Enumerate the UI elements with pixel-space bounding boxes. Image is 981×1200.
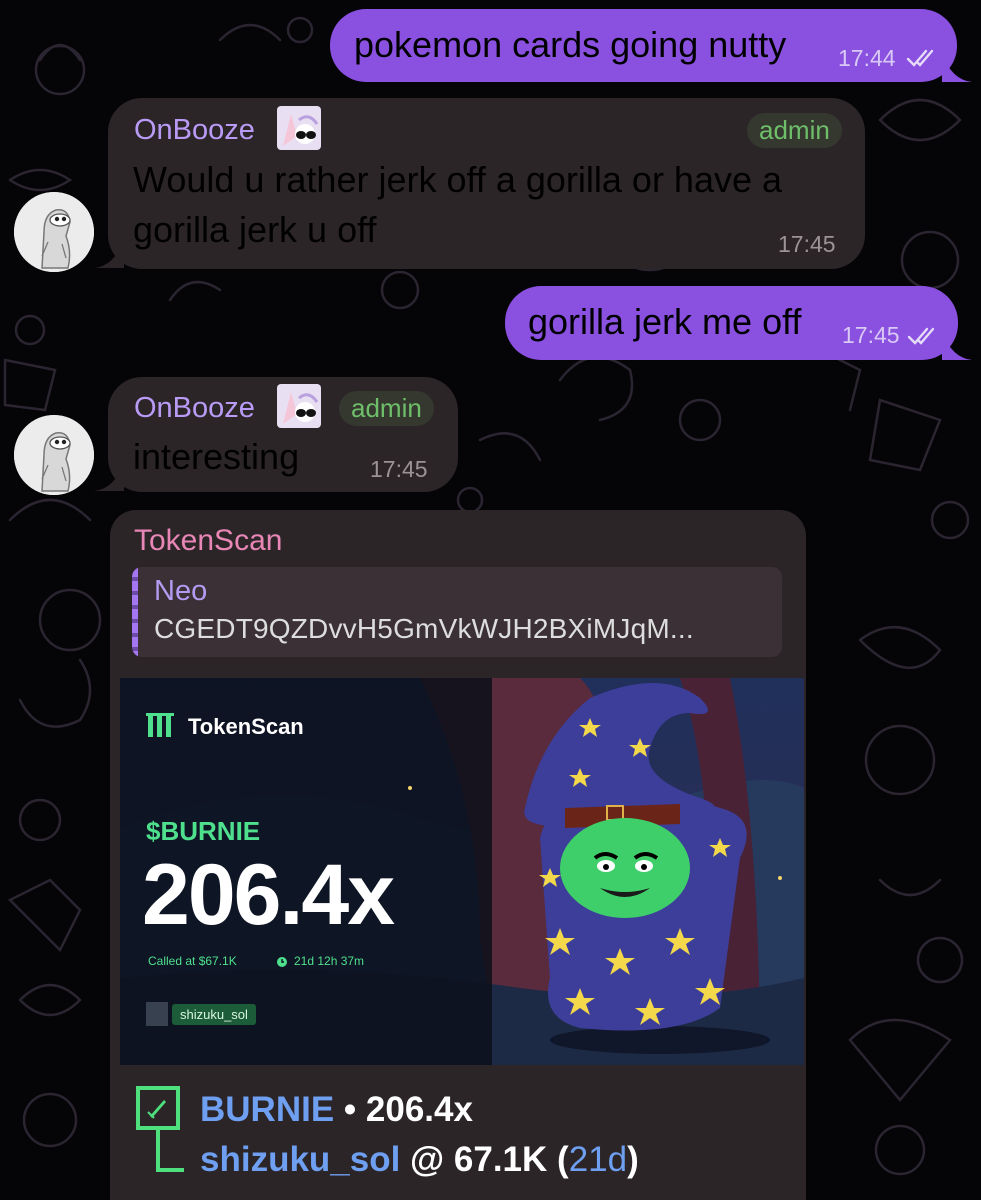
sender-name[interactable]: OnBooze [134,392,255,425]
footer-close-paren: ) [627,1140,639,1179]
double-check-icon [906,49,934,67]
reply-quote[interactable]: Neo CGEDT9QZDvvH5GmVkWJH2BXiMJqM... [132,567,782,657]
bot-message-bubble[interactable]: TokenScan Neo CGEDT9QZDvvH5GmVkWJH2BXiMJ… [110,510,806,1200]
footer-call-price: @ 67.1K ( [400,1140,569,1179]
message-text: Would u rather jerk off a gorilla or hav… [133,159,783,200]
preview-user-avatar [146,1002,168,1026]
reply-bar [132,567,138,657]
footer-token-line: BURNIE • 206.4x [200,1090,473,1130]
message-time: 17:45 [778,231,836,257]
days-link[interactable]: 21d [569,1140,627,1179]
token-link[interactable]: BURNIE [200,1090,334,1129]
message-time: 17:45 [370,456,428,482]
admin-badge: admin [339,391,434,426]
preview-multiplier: 206.4x [142,847,395,943]
footer-separator: • [334,1090,366,1129]
link-preview-image[interactable]: TokenScan $BURNIE 206.4x Called at $67.1… [120,678,804,1065]
sender-name[interactable]: OnBooze [134,114,255,147]
bubble-tail [94,463,124,491]
message-text: interesting [133,436,300,477]
footer-user-line: shizuku_sol @ 67.1K (21d) [200,1140,639,1180]
user-link[interactable]: shizuku_sol [200,1140,400,1179]
double-check-icon [907,327,935,345]
message-text: pokemon cards going nutty [354,24,787,65]
bubble-tail [94,240,124,268]
bubble-tail [942,54,972,82]
bot-sender-name[interactable]: TokenScan [134,524,282,558]
footer-multiplier: 206.4x [365,1090,473,1129]
tokenscan-logo-icon [146,713,174,737]
avatar[interactable] [14,192,94,272]
sticker-emoji-icon [277,384,321,428]
rocket-icon [136,1086,184,1172]
sticker-emoji-icon [277,106,321,150]
message-time: 17:45 [842,322,900,348]
message-text: gorilla jerk me off [528,301,802,342]
bubble-tail [942,332,972,360]
preview-logo-text: TokenScan [188,714,304,739]
chat-screen: pokemon cards going nutty 17:44 OnBooze … [0,0,981,1200]
message-time: 17:44 [838,45,896,71]
clock-icon [277,957,287,967]
avatar[interactable] [14,415,94,495]
preview-duration: 21d 12h 37m [294,954,365,968]
preview-called-at: Called at $67.1K [148,954,237,968]
reply-sender-name: Neo [154,575,208,607]
message-text: gorilla jerk u off [133,209,377,250]
preview-ticker: $BURNIE [146,816,261,846]
admin-badge: admin [747,113,842,148]
preview-username: shizuku_sol [172,1004,256,1025]
reply-text: CGEDT9QZDvvH5GmVkWJH2BXiMJqM... [154,613,694,644]
